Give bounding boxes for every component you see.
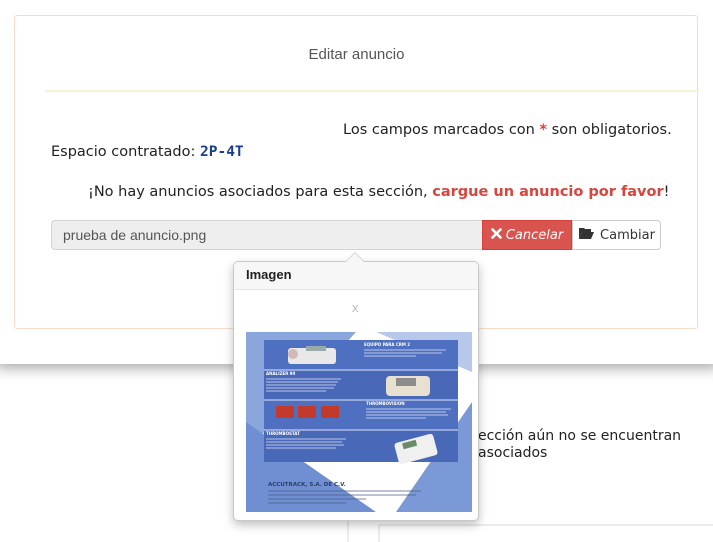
no-ads-prefix: ¡No hay anuncios asociados para esta sec… <box>88 184 433 200</box>
background-message-line2: asociados <box>478 445 548 461</box>
cancel-button-label: Cancelar <box>505 227 564 243</box>
contracted-space: Espacio contratado: 2P-4T <box>51 144 244 160</box>
ad-heading-3: THROMBOVISION <box>366 401 405 406</box>
required-note-suffix: son obligatorios. <box>547 122 672 138</box>
required-star: * <box>539 122 548 138</box>
required-fields-note: Los campos marcados con * son obligatori… <box>343 122 672 138</box>
change-button[interactable]: Cambiar <box>572 220 661 250</box>
no-ads-suffix: ! <box>663 184 670 200</box>
ad-heading-1: EQUIPO PARA CRM 2 <box>364 342 410 347</box>
upload-ad-link[interactable]: cargue un anuncio por favor <box>432 184 663 200</box>
no-ads-message: ¡No hay anuncios asociados para esta sec… <box>88 184 669 200</box>
change-button-label: Cambiar <box>600 227 655 243</box>
folder-open-icon <box>578 227 595 244</box>
ad-heading-2: ANALIZER 90 <box>266 371 295 376</box>
page-title: Editar anuncio <box>308 46 405 63</box>
contracted-space-label: Espacio contratado: <box>51 144 200 160</box>
contracted-space-code: 2P-4T <box>200 144 244 160</box>
popover-arrow <box>345 252 365 262</box>
popover-title: Imagen <box>234 262 478 290</box>
ad-company-name: ACCUTRACK, S.A. DE C.V. <box>268 482 346 488</box>
image-popover: Imagen x EQUIPO PARA CRM 2 ANALIZER 90 T… <box>233 252 479 521</box>
file-name-field[interactable]: prueba de anuncio.png <box>51 220 482 250</box>
background-message: ección aún no se encuentran asociados <box>478 428 713 462</box>
title-divider <box>45 90 699 92</box>
times-icon <box>491 227 502 243</box>
cancel-button[interactable]: Cancelar <box>482 220 572 250</box>
popover-close-button[interactable]: x <box>352 300 359 315</box>
ad-image-preview: EQUIPO PARA CRM 2 ANALIZER 90 THROMBOVIS… <box>246 332 472 512</box>
ad-heading-4: THROMBOSTAT <box>266 431 300 436</box>
required-note-prefix: Los campos marcados con <box>343 122 540 138</box>
background-message-line1: ección aún no se encuentran <box>478 428 682 444</box>
